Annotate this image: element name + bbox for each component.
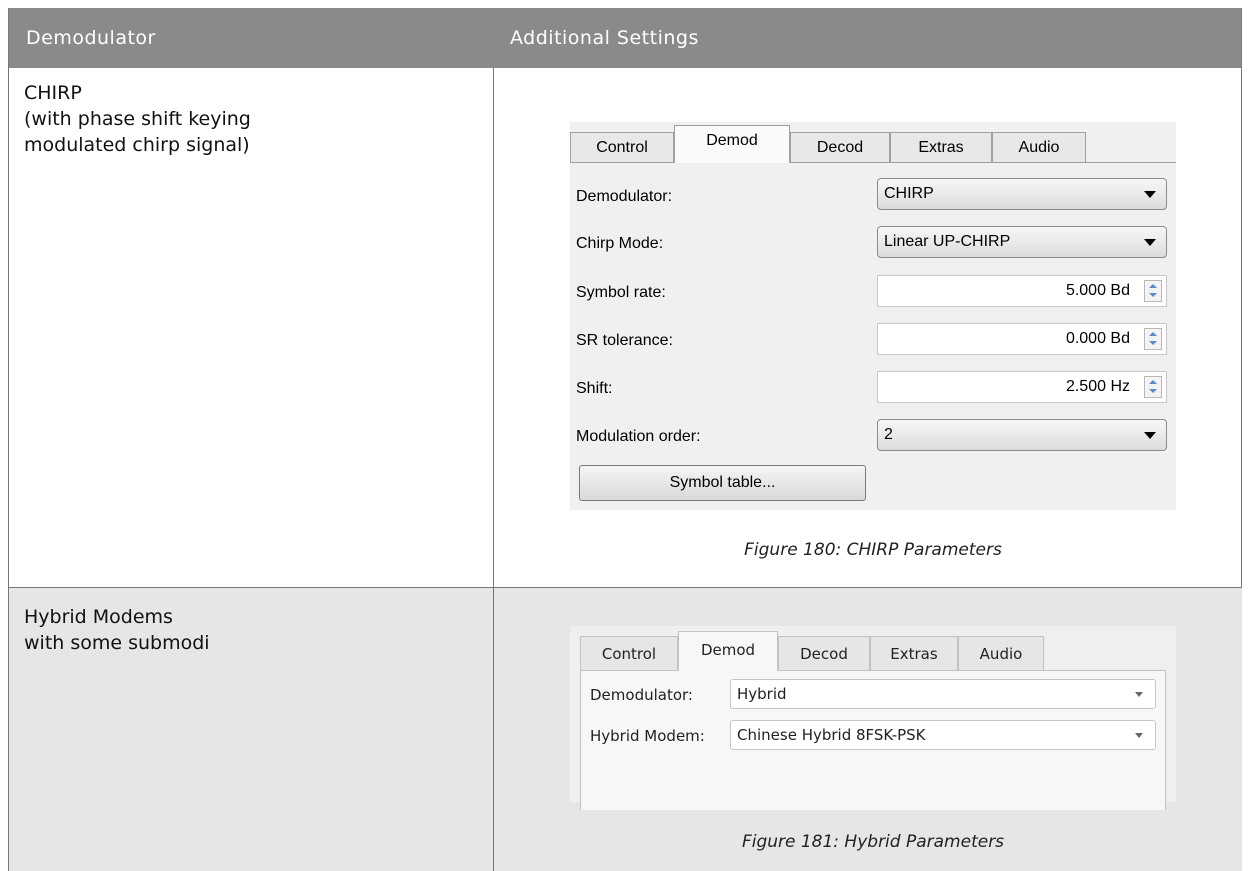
column-header-demodulator: Demodulator [26,27,156,49]
shift-value: 2.500 Hz [1065,378,1130,395]
demodulator-select-value: CHIRP [884,185,934,202]
shift-spinbox[interactable]: 2.500 Hz [877,371,1167,403]
hybrid-parameters-panel: Control Demod Decod Extras Audio Demodul… [570,626,1176,810]
spin-down-icon [1149,293,1157,297]
row-1-line-3: modulated chirp signal) [24,134,250,156]
column-divider [493,68,494,871]
demodulator-select[interactable]: Hybrid [730,679,1156,709]
chirp-mode-select[interactable]: Linear UP-CHIRP [877,226,1167,258]
chirp-mode-label: Chirp Mode: [576,235,664,252]
sr-tolerance-value: 0.000 Bd [1065,330,1130,347]
hybrid-modem-select[interactable]: Chinese Hybrid 8FSK-PSK [730,720,1156,750]
spin-up-icon [1149,380,1157,384]
row-1-line-2: (with phase shift keying [24,108,251,130]
row-2-demodulator: Hybrid Modems with some submodi [24,604,210,656]
hybrid-modem-select-value: Chinese Hybrid 8FSK-PSK [737,726,926,744]
tab-extras[interactable]: Extras [890,132,992,162]
demodulator-label: Demodulator: [590,686,693,704]
chevron-down-icon [1144,191,1156,198]
tab-bar: Control Demod Decod Extras Audio [570,122,1176,163]
chirp-mode-select-value: Linear UP-CHIRP [884,233,1011,250]
tab-control[interactable]: Control [580,636,678,670]
symbol-rate-label: Symbol rate: [576,284,666,301]
demodulator-label: Demodulator: [576,188,673,205]
tab-audio[interactable]: Audio [992,132,1086,162]
tab-extras[interactable]: Extras [870,636,958,670]
table-border-right [1241,8,1242,588]
spin-buttons[interactable] [1144,328,1162,350]
modulation-order-label: Modulation order: [576,428,701,445]
chevron-down-icon [1144,432,1156,439]
tab-demod[interactable]: Demod [678,631,778,671]
demodulator-select-value: Hybrid [737,685,787,703]
hybrid-modem-label: Hybrid Modem: [590,727,705,745]
column-header-additional-settings: Additional Settings [510,27,699,49]
row-1-demodulator: CHIRP (with phase shift keying modulated… [24,80,251,158]
spin-up-icon [1149,284,1157,288]
row-2-line-2: with some submodi [24,632,210,654]
chevron-down-icon [1144,239,1156,246]
table-border-left [8,8,9,871]
spin-buttons[interactable] [1144,280,1162,302]
modulation-order-select[interactable]: 2 [877,419,1167,451]
sr-tolerance-label: SR tolerance: [576,332,673,349]
row-1-line-1: CHIRP [24,82,82,104]
spin-down-icon [1149,341,1157,345]
figure-180-caption: Figure 180: CHIRP Parameters [744,540,1002,560]
spin-buttons[interactable] [1144,376,1162,398]
row-divider [8,587,1242,588]
figure-181-caption: Figure 181: Hybrid Parameters [741,832,1005,852]
tab-audio[interactable]: Audio [958,636,1044,670]
symbol-table-button[interactable]: Symbol table... [579,465,866,501]
tab-control[interactable]: Control [570,132,674,162]
chevron-down-icon [1135,733,1143,738]
spin-down-icon [1149,389,1157,393]
table-header: Demodulator Additional Settings [8,8,1242,68]
modulation-order-select-value: 2 [884,426,893,443]
chevron-down-icon [1135,692,1143,697]
sr-tolerance-spinbox[interactable]: 0.000 Bd [877,323,1167,355]
shift-label: Shift: [576,380,613,397]
spin-up-icon [1149,332,1157,336]
row-2-line-1: Hybrid Modems [24,606,173,628]
chirp-parameters-panel: Control Demod Decod Extras Audio Demodul… [570,122,1176,510]
tab-decod[interactable]: Decod [778,636,870,670]
symbol-rate-value: 5.000 Bd [1065,282,1130,299]
tab-demod[interactable]: Demod [674,125,790,163]
demodulator-select[interactable]: CHIRP [877,178,1167,210]
symbol-rate-spinbox[interactable]: 5.000 Bd [877,275,1167,307]
tab-decod[interactable]: Decod [790,132,890,162]
tab-underline [570,162,1176,163]
